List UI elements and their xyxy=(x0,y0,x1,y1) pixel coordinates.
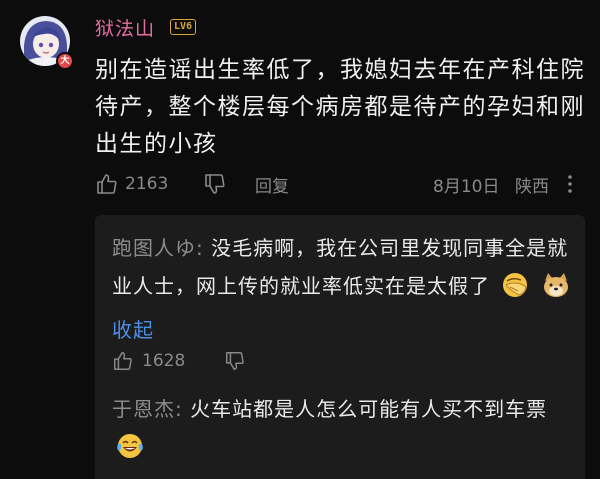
dislike-button[interactable] xyxy=(203,170,227,198)
comment-location: 陕西 xyxy=(515,176,549,197)
reply-text: 火车站都是人怎么可能有人买不到车票 xyxy=(182,397,548,421)
reply-like-button[interactable]: 1628 xyxy=(112,348,185,374)
reply-author[interactable]: 跑图人ゆ: xyxy=(112,236,204,260)
reply-item[interactable]: 跑图人ゆ: 没毛病啊，我在公司里发现同事全是就业人士，网上传的就业率低实在是太假… xyxy=(112,229,572,349)
comment-action-row: 2163 回复 8月10日 陕西 xyxy=(95,170,595,198)
collapse-link[interactable]: 收起 xyxy=(112,318,154,342)
reply-author[interactable]: 于恩杰: xyxy=(112,397,183,421)
doge-emoji-icon xyxy=(541,271,571,311)
reply-like-count: 1628 xyxy=(142,351,186,371)
more-options-button[interactable] xyxy=(565,170,575,198)
reply-item[interactable]: 于恩杰: 火车站都是人怎么可能有人买不到车票 xyxy=(112,390,572,472)
avatar-badge: 大 xyxy=(56,52,74,70)
reply-action-row: 1628 xyxy=(112,348,312,374)
level-badge: LV6 xyxy=(170,19,197,35)
like-button[interactable]: 2163 xyxy=(95,170,168,198)
avatar[interactable]: 大 xyxy=(20,16,74,70)
more-vertical-icon xyxy=(565,173,575,195)
thumbs-down-icon xyxy=(203,172,227,196)
thumbs-down-icon xyxy=(224,350,246,372)
reply-button[interactable]: 回复 xyxy=(255,170,289,198)
comment-text: 别在造谣出生率低了，我媳妇去年在产科住院待产，整个楼层每个病房都是待产的孕妇和刚… xyxy=(95,57,585,157)
thumbs-up-icon xyxy=(95,172,119,196)
reply-dislike-button[interactable] xyxy=(224,348,246,374)
like-count: 2163 xyxy=(125,174,169,194)
reply-thread: 跑图人ゆ: 没毛病啊，我在公司里发现同事全是就业人士，网上传的就业率低实在是太假… xyxy=(95,215,585,479)
facepalm-emoji-icon xyxy=(501,271,529,311)
laughing-tears-emoji-icon xyxy=(116,432,144,472)
comment-date: 8月10日 xyxy=(433,176,500,197)
username[interactable]: 狱法山 xyxy=(95,14,155,41)
thumbs-up-icon xyxy=(112,350,134,372)
